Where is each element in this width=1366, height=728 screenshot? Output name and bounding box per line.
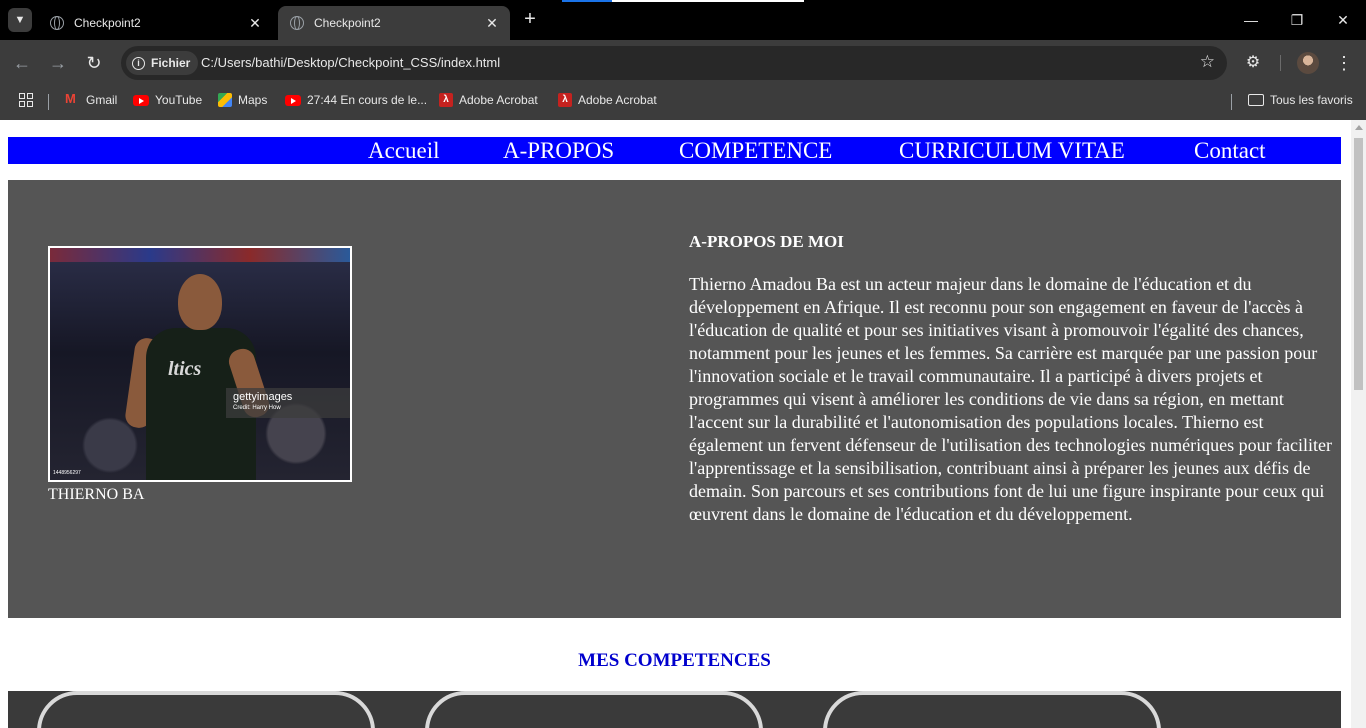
bookmark-adobe-acrobat-1[interactable]: λ Adobe Acrobat bbox=[439, 86, 538, 114]
photo-caption: THIERNO BA bbox=[48, 486, 145, 503]
youtube-icon bbox=[133, 94, 149, 106]
skill-card bbox=[823, 691, 1161, 728]
bookmark-label: Gmail bbox=[86, 93, 118, 107]
extensions-icon[interactable]: ⚙ bbox=[1243, 52, 1263, 72]
watermark-credit: Credit: Harry How bbox=[233, 405, 281, 411]
bookmarks-divider bbox=[1231, 94, 1232, 110]
address-bar[interactable]: i Fichier C:/Users/bathi/Desktop/Checkpo… bbox=[121, 46, 1227, 80]
page-viewport: Accueil A-PROPOS COMPETENCE CURRICULUM V… bbox=[0, 120, 1366, 728]
nav-link-competence[interactable]: COMPETENCE bbox=[679, 137, 832, 164]
jersey-lettering: ltics bbox=[168, 358, 202, 380]
site-navigation: Accueil A-PROPOS COMPETENCE CURRICULUM V… bbox=[8, 137, 1341, 164]
globe-icon bbox=[290, 16, 304, 30]
nav-link-a-propos[interactable]: A-PROPOS bbox=[503, 137, 614, 164]
bookmark-label: Maps bbox=[238, 93, 268, 107]
close-tab-icon[interactable]: ✕ bbox=[482, 15, 502, 32]
photo-id: 1448956297 bbox=[53, 470, 81, 476]
about-paragraph: Thierno Amadou Ba est un acteur majeur d… bbox=[689, 274, 1333, 524]
close-window-button[interactable]: ✕ bbox=[1328, 8, 1358, 32]
browser-menu-icon[interactable]: ⋮ bbox=[1334, 51, 1354, 75]
bookmark-label: 27:44 En cours de le... bbox=[307, 93, 428, 107]
minimize-button[interactable]: — bbox=[1236, 8, 1266, 32]
acrobat-icon: λ bbox=[558, 93, 572, 107]
info-icon: i bbox=[132, 56, 145, 70]
bookmark-youtube-video[interactable]: 27:44 En cours de le... bbox=[285, 86, 427, 114]
about-heading: A-PROPOS DE MOI bbox=[689, 232, 844, 251]
nav-link-contact[interactable]: Contact bbox=[1194, 137, 1266, 164]
tab-checkpoint2-active[interactable]: Checkpoint2 ✕ bbox=[278, 6, 510, 40]
apps-grid-icon[interactable] bbox=[19, 93, 33, 107]
page-scrollbar[interactable] bbox=[1351, 120, 1366, 728]
new-tab-button[interactable]: + bbox=[518, 8, 542, 32]
maps-icon bbox=[218, 93, 232, 107]
all-bookmarks-button[interactable]: Tous les favoris bbox=[1248, 86, 1353, 114]
scrollbar-thumb[interactable] bbox=[1354, 138, 1363, 390]
nav-link-curriculum-vitae[interactable]: CURRICULUM VITAE bbox=[899, 137, 1125, 164]
skills-section bbox=[8, 691, 1341, 728]
url-text[interactable]: C:/Users/bathi/Desktop/Checkpoint_CSS/in… bbox=[201, 55, 500, 70]
bookmark-maps[interactable]: Maps bbox=[218, 86, 267, 114]
bookmarks-bar: Gmail YouTube Maps 27:44 En cours de le.… bbox=[0, 86, 1366, 120]
bookmarks-divider bbox=[48, 94, 49, 110]
bookmark-gmail[interactable]: Gmail bbox=[64, 86, 117, 114]
watermark-brand: gettyimages bbox=[233, 391, 293, 403]
site-info-label: Fichier bbox=[151, 56, 191, 70]
reload-button[interactable]: ↻ bbox=[82, 51, 106, 75]
about-section: ltics gettyimages Credit: Harry How 1448… bbox=[8, 180, 1341, 618]
acrobat-icon: λ bbox=[439, 93, 453, 107]
nav-link-accueil[interactable]: Accueil bbox=[368, 137, 440, 164]
skill-card bbox=[37, 691, 375, 728]
forward-button[interactable]: → bbox=[46, 51, 70, 75]
all-bookmarks-label: Tous les favoris bbox=[1270, 93, 1353, 107]
tab-search-button[interactable]: ▼ bbox=[8, 8, 32, 32]
youtube-icon bbox=[285, 94, 301, 106]
arena-banner bbox=[50, 248, 350, 262]
bookmark-adobe-acrobat-2[interactable]: λ Adobe Acrobat bbox=[558, 86, 657, 114]
close-tab-icon[interactable]: ✕ bbox=[245, 15, 265, 32]
browser-toolbar: ← → ↻ i Fichier C:/Users/bathi/Desktop/C… bbox=[0, 40, 1366, 86]
bookmark-label: YouTube bbox=[155, 93, 203, 107]
profile-avatar[interactable] bbox=[1297, 52, 1319, 74]
folder-icon bbox=[1248, 94, 1264, 106]
getty-watermark: gettyimages Credit: Harry How bbox=[226, 388, 350, 418]
back-button[interactable]: ← bbox=[10, 51, 34, 75]
profile-photo: ltics gettyimages Credit: Harry How 1448… bbox=[48, 246, 352, 482]
toolbar-divider bbox=[1280, 55, 1281, 71]
restore-button[interactable]: ❐ bbox=[1282, 8, 1312, 32]
site-info-chip[interactable]: i Fichier bbox=[126, 51, 199, 75]
loading-indicator bbox=[562, 0, 804, 2]
gmail-icon bbox=[64, 91, 80, 106]
tab-strip: ▼ Checkpoint2 ✕ Checkpoint2 ✕ + — ❐ ✕ bbox=[0, 0, 1366, 40]
tab-checkpoint2-inactive[interactable]: Checkpoint2 ✕ bbox=[38, 6, 273, 40]
bookmark-label: Adobe Acrobat bbox=[578, 93, 657, 107]
tab-title: Checkpoint2 bbox=[74, 16, 141, 30]
skill-card bbox=[425, 691, 763, 728]
bookmark-label: Adobe Acrobat bbox=[459, 93, 538, 107]
scroll-up-arrow-icon[interactable] bbox=[1355, 125, 1363, 130]
player-head bbox=[178, 274, 222, 330]
tab-title: Checkpoint2 bbox=[314, 16, 381, 30]
bookmark-youtube[interactable]: YouTube bbox=[133, 86, 202, 114]
bookmark-star-icon[interactable]: ☆ bbox=[1200, 52, 1215, 72]
skills-title: MES COMPETENCES bbox=[578, 650, 771, 671]
globe-icon bbox=[50, 16, 64, 30]
